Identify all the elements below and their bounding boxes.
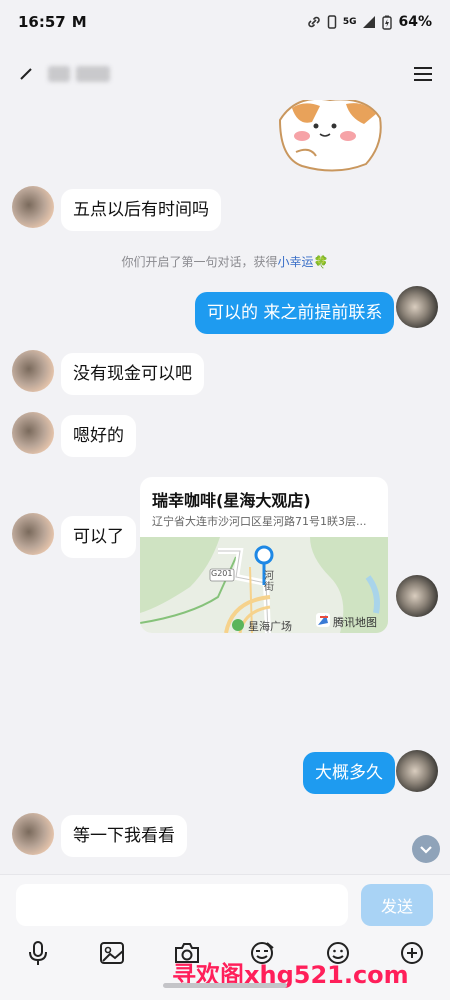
message-bubble-self[interactable]: 可以的 来之前提前联系: [195, 292, 395, 334]
self-avatar[interactable]: [396, 750, 438, 792]
home-indicator[interactable]: [163, 983, 287, 988]
contact-avatar[interactable]: [12, 350, 54, 392]
back-icon[interactable]: [14, 62, 38, 86]
message-bubble[interactable]: 没有现金可以吧: [61, 353, 204, 395]
sticker-image[interactable]: [276, 98, 384, 172]
location-address: 辽宁省大连市沙河口区星河路71号1眹3层...: [152, 515, 367, 528]
contact-name-redacted: [48, 66, 110, 82]
network-type: 5G: [342, 17, 357, 27]
scroll-to-bottom-button[interactable]: [412, 835, 440, 863]
road-badge: G201: [211, 569, 233, 578]
contact-avatar[interactable]: [12, 412, 54, 454]
status-time: 16:57: [18, 13, 66, 31]
contact-avatar[interactable]: [12, 513, 54, 555]
self-avatar[interactable]: [396, 286, 438, 328]
battery-level: 64%: [398, 14, 432, 30]
map-brand-label: 腾讯地图: [333, 616, 377, 629]
message-bubble[interactable]: 五点以后有时间吗: [61, 189, 221, 231]
chat-header: [0, 44, 450, 104]
location-card[interactable]: 瑞幸咖啡(星海大观店) 辽宁省大连市沙河口区星河路71号1眹3层... G201…: [140, 477, 388, 633]
system-notice-text: 你们开启了第一句对话，获得: [121, 255, 278, 269]
link-icon: [307, 15, 321, 29]
signal-icon: [362, 15, 376, 29]
send-button[interactable]: 发送: [361, 884, 433, 926]
clover-icon: 🍀: [313, 255, 329, 269]
image-icon[interactable]: [98, 939, 126, 967]
battery-icon: [382, 15, 393, 30]
plaza-label: 星海广场: [248, 620, 292, 633]
microphone-icon[interactable]: [24, 939, 52, 967]
location-title: 瑞幸咖啡(星海大观店): [152, 491, 311, 510]
vibrate-icon: [327, 15, 337, 29]
contact-avatar[interactable]: [12, 813, 54, 855]
mail-icon: M: [71, 13, 87, 31]
message-bubble-self[interactable]: 大概多久: [303, 752, 395, 794]
chevron-down-icon: [419, 840, 433, 859]
self-avatar[interactable]: [396, 575, 438, 617]
message-input[interactable]: [16, 884, 348, 926]
status-bar: 16:57 M 5G 64%: [0, 0, 450, 44]
contact-avatar[interactable]: [12, 186, 54, 228]
hamburger-menu-icon[interactable]: [410, 61, 436, 87]
message-bubble[interactable]: 可以了: [61, 516, 136, 558]
message-bubble[interactable]: 等一下我看看: [61, 815, 187, 857]
street-label: 河街: [264, 571, 274, 593]
message-bubble[interactable]: 嗯好的: [61, 415, 136, 457]
location-map[interactable]: G201 河街 星海广场 腾讯地图: [140, 537, 388, 633]
lucky-link[interactable]: 小幸运: [278, 255, 314, 269]
system-notice: 你们开启了第一句对话，获得小幸运🍀: [0, 253, 450, 270]
